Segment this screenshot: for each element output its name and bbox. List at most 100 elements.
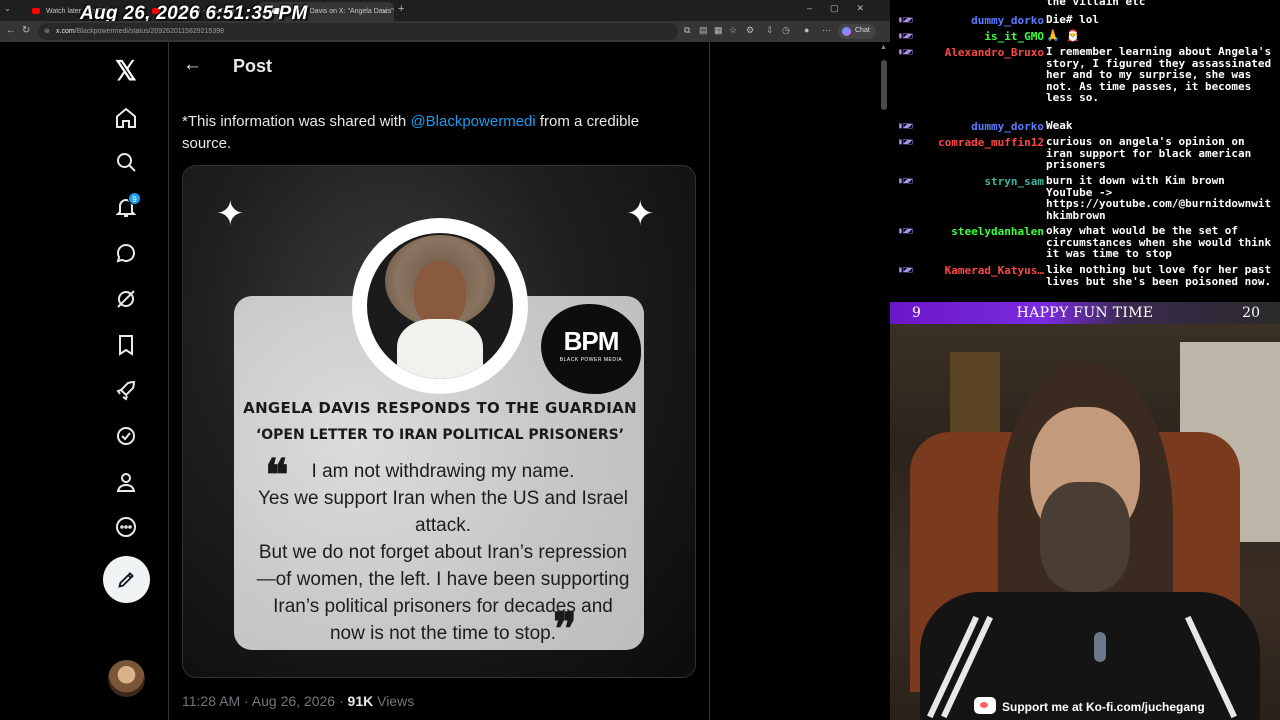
kofi-overlay: Support me at Ko-fi.com/juchegang	[972, 696, 1211, 716]
chat-badge-icons: ▮◪◩	[898, 265, 913, 274]
chat-username[interactable]: dummy_dorko	[971, 120, 1044, 133]
reload-icon[interactable]: ↻	[22, 25, 30, 36]
quote-line: now is not the time to stop.	[329, 623, 556, 644]
chat-text: burn it down with Kim brown YouTube -> h…	[1046, 174, 1272, 222]
chat-text: I remember learning about Angela's story…	[1046, 45, 1272, 104]
portrait-photo	[367, 233, 513, 379]
chat-text: the villain etc	[1046, 0, 1146, 8]
post-text-part: *This information was shared with	[182, 113, 411, 130]
search-icon[interactable]	[114, 150, 140, 176]
account-avatar[interactable]	[108, 660, 145, 697]
chat-badge-icons: ▮◪◩	[898, 15, 913, 24]
x-page: 𝕏 9 ← Post *This information was shared …	[0, 42, 890, 720]
sparkle-icon: ✦	[216, 195, 245, 233]
quote-line: Iran’s political prisoners for decades a…	[273, 596, 613, 617]
scroll-up-icon[interactable]: ▲	[880, 44, 887, 51]
message-icon[interactable]	[114, 241, 140, 267]
banner-right-number: 20	[1242, 305, 1260, 321]
webcam-feed: 9 HAPPY FUN TIME 20	[890, 302, 1280, 720]
quote-line: —of women, the left. I have been support…	[256, 569, 630, 590]
url-domain: x.com	[56, 28, 75, 35]
back-icon[interactable]: ←	[6, 25, 16, 36]
quote-text: I am not withdrawing my name. Yes we sup…	[243, 458, 643, 647]
post-column: ← Post *This information was shared with…	[168, 42, 710, 720]
banner-title: HAPPY FUN TIME	[1016, 305, 1154, 321]
menu-icon[interactable]: ⋯	[822, 25, 831, 36]
translate-icon[interactable]: ▦	[714, 25, 723, 36]
profile-icon[interactable]	[114, 470, 140, 496]
downloads-icon[interactable]: ⇩	[766, 25, 774, 36]
chat-button-label: Chat	[855, 27, 870, 34]
home-icon[interactable]	[114, 106, 140, 132]
chat-button[interactable]: Chat	[838, 24, 876, 39]
chat-badge-icons: ▮◪◩	[898, 176, 913, 185]
post-timestamp[interactable]: 11:28 AM · Aug 26, 2026 ·	[182, 693, 348, 709]
kofi-cup-icon	[974, 697, 996, 714]
card-title: ANGELA DAVIS RESPONDS TO THE GUARDIAN	[243, 399, 637, 417]
compose-icon	[118, 572, 134, 588]
logo-subtext: BLACK POWER MEDIA	[559, 357, 623, 363]
page-title: Post	[233, 56, 273, 76]
chat-username[interactable]: stryn_sam	[984, 175, 1044, 188]
screenshot-icon[interactable]: ⧉	[684, 25, 690, 36]
sparkle-icon: ✦	[626, 195, 655, 233]
window-controls[interactable]: –▢✕	[807, 3, 882, 14]
stream-banner: 9 HAPPY FUN TIME 20	[890, 302, 1280, 324]
quote-line: But we do not forget about Iran’s repres…	[258, 542, 628, 563]
chat-username[interactable]: steelydanhalen	[951, 225, 1044, 238]
tab-bar: ⌄ Watch later - YouTube Watch later - Yo…	[0, 0, 890, 24]
earbud-cable	[1094, 632, 1106, 662]
post-text: *This information was shared with @Black…	[182, 111, 692, 155]
extensions-icon[interactable]: ⚙	[746, 25, 754, 36]
chat-badge-icons: ▮◪◩	[898, 121, 913, 130]
url-path: /Blackpowermedi/status/20926201158292153…	[74, 28, 224, 35]
quote-line: attack.	[415, 515, 471, 536]
chat-text: like nothing but love for her past lives…	[1046, 263, 1272, 288]
x-logo[interactable]: 𝕏	[115, 56, 137, 87]
chat-username[interactable]: is_it_GMO	[984, 30, 1044, 43]
stream-chat: the villain etc dummy_dorko ▮◪◩ Die# lol is_…	[890, 0, 1280, 302]
compose-post-button[interactable]	[103, 556, 150, 603]
profile-avatar-icon[interactable]: ●	[804, 25, 809, 35]
nav-bar: ← ↻ ⊜ x.com/Blackpowermedi/status/209262…	[0, 21, 890, 42]
new-tab-button[interactable]: +	[398, 3, 404, 15]
back-arrow-icon[interactable]: ←	[183, 54, 202, 76]
chat-badge-icons: ▮◪◩	[898, 226, 913, 235]
address-bar[interactable]: ⊜ x.com/Blackpowermedi/status/2092620115…	[38, 23, 678, 40]
left-navigation: 𝕏 9	[0, 42, 168, 720]
site-info-icon[interactable]: ⊜	[44, 27, 50, 35]
post-image[interactable]: ✦ ✦ BPM BLACK POWER MEDIA ANGELA DAVIS R…	[182, 165, 696, 678]
mention-link[interactable]: @Blackpowermedi	[410, 113, 535, 130]
more-icon[interactable]	[114, 515, 140, 541]
chat-text: curious on angela's opinion on iran supp…	[1046, 135, 1252, 171]
reading-mode-icon[interactable]: ▤	[699, 25, 708, 36]
chat-text: Weak	[1046, 119, 1073, 132]
chat-username[interactable]: Alexandro_Bruxo	[945, 46, 1044, 59]
tab-search-icon[interactable]: ⌄	[4, 4, 11, 13]
grok-icon[interactable]	[114, 287, 140, 313]
page-scrollbar[interactable]: ▲	[878, 42, 890, 720]
bookmark-star-icon[interactable]: ☆	[729, 25, 737, 36]
person-beard	[1040, 482, 1130, 592]
browser-window: ⌄ Watch later - YouTube Watch later - Yo…	[0, 0, 890, 720]
view-count: 91K	[347, 693, 374, 709]
rocket-icon[interactable]	[114, 379, 140, 405]
chat-text: 🙏 🎅	[1046, 29, 1081, 42]
close-quote-icon: ❞	[553, 604, 577, 655]
youtube-icon	[32, 8, 40, 14]
scrollbar-thumb[interactable]	[881, 60, 887, 110]
chat-badge-icons: ▮◪◩	[898, 47, 913, 56]
logo-text: BPM	[563, 326, 620, 356]
chat-username[interactable]: Kamerad_Katyus…	[945, 264, 1044, 277]
kofi-text: Support me at Ko-fi.com/juchegang	[1002, 700, 1205, 714]
history-icon[interactable]: ◷	[782, 25, 790, 36]
views-label: Views	[373, 693, 415, 709]
chat-text: okay what would be the set of circumstan…	[1046, 224, 1272, 260]
bookmark-icon[interactable]	[114, 333, 140, 359]
verified-icon[interactable]	[114, 424, 140, 450]
close-tab-icon[interactable]: ✕	[381, 7, 388, 16]
chat-username[interactable]: dummy_dorko	[971, 14, 1044, 27]
notification-count-badge: 9	[128, 192, 141, 205]
copilot-icon	[842, 27, 851, 36]
chat-username[interactable]: comrade_muffin12	[938, 136, 1044, 149]
